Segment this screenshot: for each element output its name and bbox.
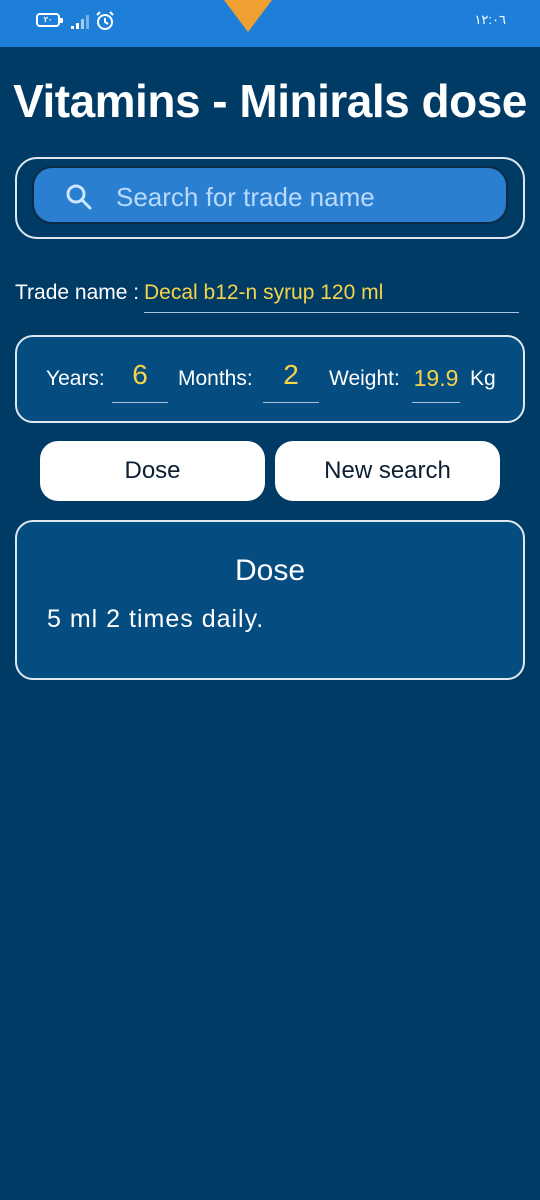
result-text: 5 ml 2 times daily. <box>47 605 265 633</box>
weight-label: Weight: <box>329 367 400 390</box>
trade-name-label: Trade name : <box>15 281 140 304</box>
dose-button[interactable]: Dose <box>40 441 265 501</box>
battery-icon: ٢٠ <box>36 13 63 27</box>
page-title: Vitamins - Minirals dose <box>13 75 527 127</box>
search-bar[interactable] <box>32 166 508 224</box>
status-time: ١٢:٠٦ <box>474 12 506 27</box>
weight-unit: Kg <box>470 367 496 390</box>
status-bar: ٢٠ ١٢:٠٦ <box>0 0 540 47</box>
dose-result-panel: Dose 5 ml 2 times daily. <box>15 520 525 680</box>
search-input[interactable] <box>114 176 498 218</box>
notification-notch <box>224 0 272 32</box>
signal-icon <box>71 15 89 29</box>
weight-field[interactable]: 19.9 <box>412 359 460 403</box>
search-icon[interactable] <box>64 182 94 212</box>
alarm-clock-icon <box>96 11 114 30</box>
months-field[interactable]: 2 <box>263 359 319 403</box>
new-search-button[interactable]: New search <box>275 441 500 501</box>
years-field[interactable]: 6 <box>112 359 168 403</box>
months-label: Months: <box>178 367 253 390</box>
result-title: Dose <box>234 554 306 587</box>
patient-params-panel: Years: 6 Months: 2 Weight: 19.9 Kg <box>15 335 525 423</box>
search-container <box>15 157 525 239</box>
trade-name-value[interactable]: Decal b12-n syrup 120 ml <box>144 281 519 313</box>
battery-level: ٢٠ <box>43 15 53 24</box>
years-label: Years: <box>46 367 105 390</box>
